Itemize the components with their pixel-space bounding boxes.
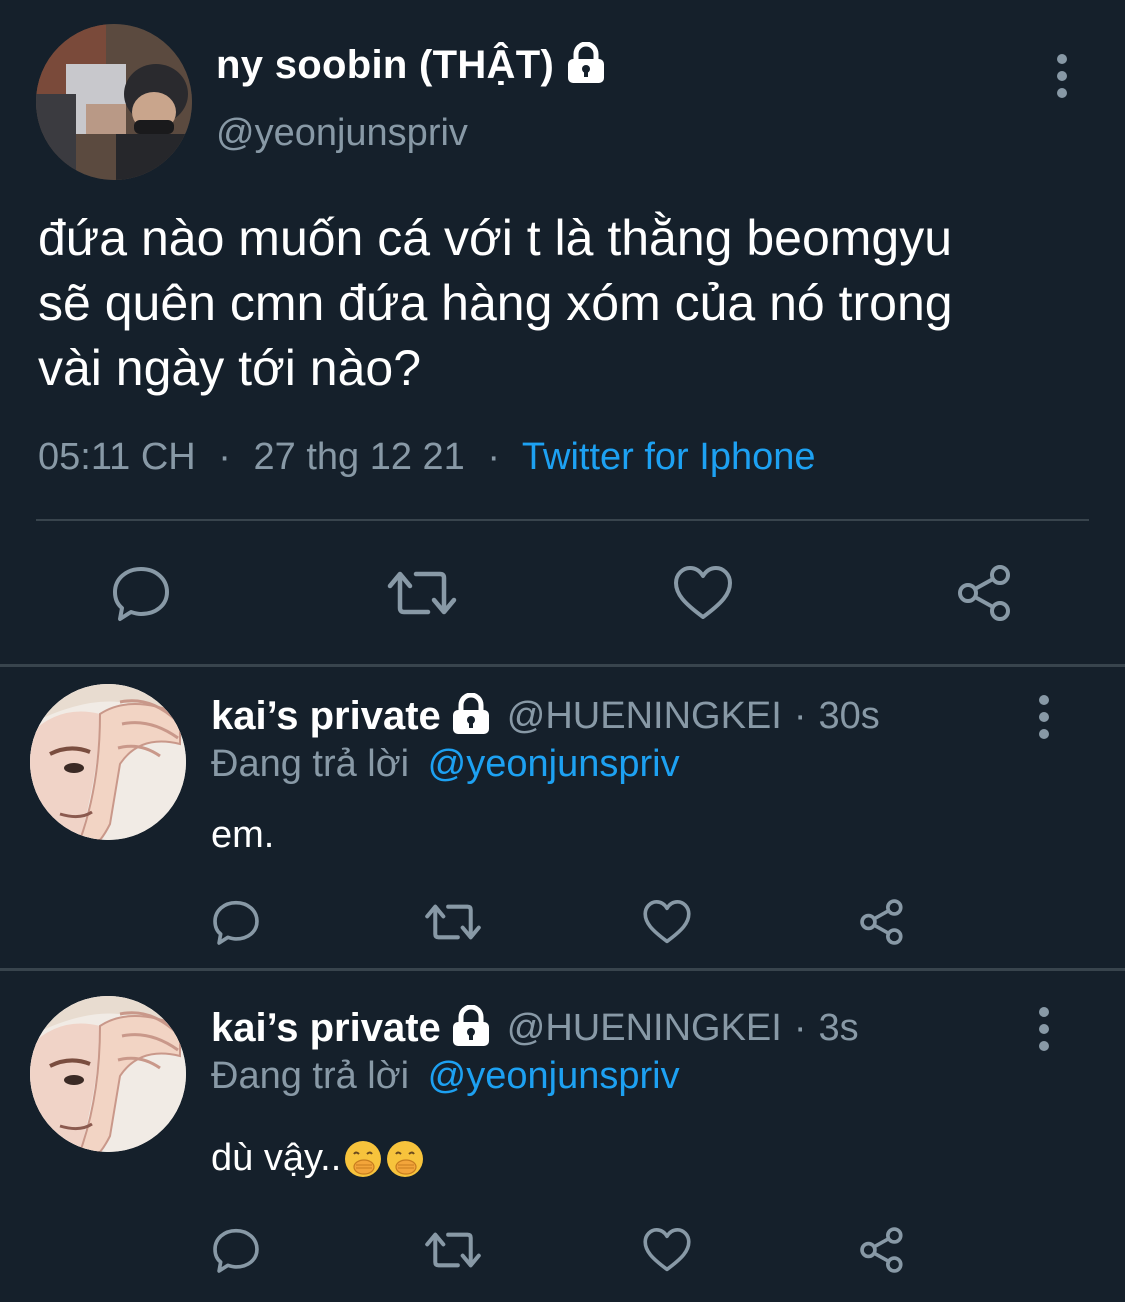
meta-separator: · <box>793 695 807 737</box>
reply-header: kai’s private @HUENINGKEI · 3s <box>211 1004 859 1052</box>
reply-tweet: kai’s private @HUENINGKEI · 3s Đang trả … <box>0 971 1125 1302</box>
avatar-illustration <box>30 684 186 840</box>
tweet-metadata: 05:11 CH · 27 thg 12 21 · Twitter for Ip… <box>38 436 816 479</box>
lock-icon <box>451 1004 491 1052</box>
face-with-hand-over-mouth-emoji <box>385 1139 425 1179</box>
main-tweet: ny soobin (THẬT) @yeonjunspriv đứa nào m… <box>0 0 1125 665</box>
tweet-text: em. <box>211 814 274 857</box>
tweet-thread: ny soobin (THẬT) @yeonjunspriv đứa nào m… <box>0 0 1125 1302</box>
mention-link[interactable]: @yeonjunspriv <box>428 1055 680 1097</box>
retweet-icon[interactable] <box>424 897 482 952</box>
user-handle[interactable]: @yeonjunspriv <box>216 112 468 155</box>
display-name[interactable]: kai’s private <box>211 1006 441 1051</box>
avatar-illustration <box>30 996 186 1152</box>
meta-separator: · <box>218 436 231 478</box>
share-icon[interactable] <box>858 1225 908 1280</box>
avatar[interactable] <box>36 24 192 180</box>
more-options-icon[interactable] <box>1032 695 1056 739</box>
reply-tweet: kai’s private @HUENINGKEI · 30s Đang trả… <box>0 667 1125 969</box>
display-name[interactable]: ny soobin (THẬT) <box>216 43 554 88</box>
more-options-icon[interactable] <box>1032 1007 1056 1051</box>
replying-to-label: Đang trả lời <box>211 1055 410 1097</box>
tweet-text: dù vậy.. <box>211 1137 425 1180</box>
meta-separator: · <box>793 1007 807 1049</box>
share-icon[interactable] <box>955 562 1017 629</box>
reply-icon[interactable] <box>110 562 172 629</box>
like-icon[interactable] <box>642 1225 692 1280</box>
tweet-date: 27 thg 12 21 <box>253 436 465 478</box>
like-icon[interactable] <box>642 897 692 952</box>
lock-icon <box>451 692 491 740</box>
author-name-row[interactable]: ny soobin (THẬT) <box>216 41 606 89</box>
tweet-text-content: em. <box>211 814 275 856</box>
retweet-icon[interactable] <box>386 562 458 629</box>
divider <box>36 519 1089 521</box>
lock-icon <box>566 41 606 89</box>
user-handle[interactable]: @HUENINGKEI <box>507 1007 782 1050</box>
retweet-icon[interactable] <box>424 1225 482 1280</box>
avatar-photo <box>36 24 192 180</box>
tweet-time: 05:11 CH <box>38 436 196 478</box>
reply-icon[interactable] <box>211 897 261 952</box>
replying-to: Đang trả lời @yeonjunspriv <box>211 1055 680 1098</box>
more-options-icon[interactable] <box>1050 54 1074 98</box>
replying-to-label: Đang trả lời <box>211 743 410 785</box>
reply-header: kai’s private @HUENINGKEI · 30s <box>211 692 880 740</box>
share-icon[interactable] <box>858 897 908 952</box>
tweet-time: 30s <box>818 695 880 737</box>
tweet-source-link[interactable]: Twitter for Iphone <box>522 436 816 478</box>
avatar[interactable] <box>30 996 186 1152</box>
display-name[interactable]: kai’s private <box>211 694 441 739</box>
tweet-text-content: dù vậy.. <box>211 1137 342 1179</box>
meta-separator: · <box>487 436 501 478</box>
tweet-time: 3s <box>818 1007 859 1049</box>
avatar[interactable] <box>30 684 186 840</box>
reply-icon[interactable] <box>211 1225 261 1280</box>
replying-to: Đang trả lời @yeonjunspriv <box>211 743 680 786</box>
face-with-hand-over-mouth-emoji <box>343 1139 383 1179</box>
user-handle[interactable]: @HUENINGKEI <box>507 695 782 738</box>
mention-link[interactable]: @yeonjunspriv <box>428 743 680 785</box>
like-icon[interactable] <box>672 562 734 629</box>
tweet-text: đứa nào muốn cá với t là thằng beomgyu s… <box>38 210 953 396</box>
